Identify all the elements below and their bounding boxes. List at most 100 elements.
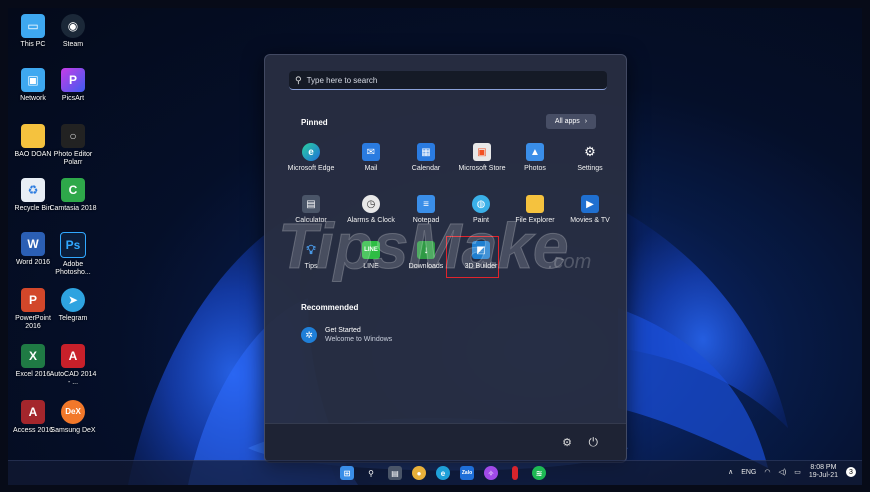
pinned-app-photos[interactable]: ▲ Photos: [505, 143, 565, 172]
taskbar: ⊞ ⚲ ▤ ● e Zalo ✧ ≋ ∧ ENG ◠ ◁) ▭ 8:08 PM …: [8, 460, 862, 485]
pinned-app-paint[interactable]: ◍ Paint: [451, 195, 511, 224]
store-icon: ▣: [473, 143, 491, 161]
chevron-right-icon: ›: [584, 118, 588, 125]
line-icon: LINE: [362, 241, 380, 259]
task-view-icon[interactable]: ▤: [388, 466, 402, 480]
notepad-icon: ≡: [417, 195, 435, 213]
pinned-app-alarms-clock[interactable]: ◷ Alarms & Clock: [338, 195, 404, 224]
calendar-icon: ▦: [417, 143, 435, 161]
steam-icon: ◉: [61, 14, 85, 38]
get-started-icon: ✲: [301, 327, 317, 343]
pinned-app-line[interactable]: LINE LINE: [341, 241, 401, 270]
pinned-app-file-explorer[interactable]: File Explorer: [505, 195, 565, 224]
desktop-icon-photoshop[interactable]: Ps Adobe Photosho...: [48, 232, 98, 277]
pinned-app-label: Photos: [524, 165, 546, 172]
search-icon: ⚲: [295, 74, 302, 85]
gear-icon: ⚙: [584, 144, 596, 159]
desktop-icon-steam[interactable]: ◉ Steam: [48, 14, 98, 49]
pinned-app-label: Notepad: [412, 217, 440, 224]
pinned-app-label: LINE: [363, 263, 379, 270]
pinned-app-label: File Explorer: [515, 217, 555, 224]
gear-icon[interactable]: ⚙: [562, 436, 572, 449]
pinned-app-label: Calculator: [295, 217, 327, 224]
movies-icon: ▶: [581, 195, 599, 213]
folder-icon: [21, 124, 45, 148]
pinned-app-label: Tips: [304, 263, 318, 270]
pinned-app-movies-tv[interactable]: ▶ Movies & TV: [560, 195, 620, 224]
folder-icon: [526, 195, 544, 213]
polarr-icon: ○: [61, 124, 85, 148]
mail-icon: ✉: [362, 143, 380, 161]
system-tray: ∧ ENG ◠ ◁) ▭ 8:08 PM 19-Jul-21 3: [728, 464, 856, 480]
excel-icon: X: [21, 344, 45, 368]
volume-icon[interactable]: ◁): [778, 468, 786, 476]
pinned-app-label: Paint: [473, 217, 489, 224]
edge-taskbar-icon[interactable]: e: [436, 466, 450, 480]
search-placeholder: Type here to search: [306, 75, 378, 85]
edge-icon: e: [302, 143, 320, 161]
highlight-annotation: [446, 236, 499, 278]
clock-icon: ◷: [362, 195, 380, 213]
battery-icon[interactable]: ▭: [794, 468, 801, 476]
pinned-app-label: Microsoft Edge: [287, 165, 335, 172]
monitor-icon: ▭: [21, 14, 45, 38]
chrome-icon[interactable]: ●: [412, 466, 426, 480]
clock[interactable]: 8:08 PM 19-Jul-21: [809, 464, 838, 480]
desktop-icon-camtasia[interactable]: C Camtasia 2018: [48, 178, 98, 213]
pinned-app-label: Mail: [364, 165, 378, 172]
windows-start-icon[interactable]: ⊞: [340, 466, 354, 480]
clock-time: 8:08 PM: [810, 464, 837, 471]
pinned-app-label: Movies & TV: [570, 217, 610, 224]
spotify-icon[interactable]: ≋: [532, 466, 546, 480]
photoshop-icon: Ps: [60, 232, 86, 258]
language-indicator[interactable]: ENG: [741, 469, 756, 476]
tips-icon: 💡︎: [306, 242, 316, 257]
all-apps-button[interactable]: All apps ›: [546, 114, 596, 129]
recommended-item-subtitle: Welcome to Windows: [325, 336, 393, 343]
calculator-icon: ▤: [302, 195, 320, 213]
pinned-app-calculator[interactable]: ▤ Calculator: [281, 195, 341, 224]
camtasia-icon: C: [61, 178, 85, 202]
recommended-title: Recommended: [301, 303, 359, 312]
recommended-item-title: Get Started: [325, 327, 361, 334]
pinned-title: Pinned: [301, 118, 328, 127]
notification-badge[interactable]: 3: [846, 467, 856, 477]
chevron-up-icon[interactable]: ∧: [728, 468, 733, 476]
word-icon: W: [21, 232, 45, 256]
desktop-icon-autocad[interactable]: A AutoCAD 2014 - ...: [48, 344, 98, 387]
wifi-icon[interactable]: ◠: [764, 468, 770, 476]
access-icon: A: [21, 400, 45, 424]
network-icon: ▣: [21, 68, 45, 92]
autocad-icon: A: [61, 344, 85, 368]
paint-icon: ◍: [472, 195, 490, 213]
zalo-icon[interactable]: Zalo: [460, 466, 474, 480]
powerpoint-icon: P: [21, 288, 45, 312]
start-menu: ⚲ Type here to search Pinned All apps › …: [264, 54, 627, 463]
desktop-icon-photo-editor-polarr[interactable]: ○ Photo Editor Polarr: [48, 124, 98, 167]
all-apps-label: All apps: [554, 118, 580, 125]
telegram-icon: ➤: [61, 288, 85, 312]
pinned-app-tips[interactable]: 💡︎ Tips: [281, 241, 341, 270]
pinned-app-mail[interactable]: ✉ Mail: [341, 143, 401, 172]
pinned-app-settings[interactable]: ⚙ Settings: [560, 143, 620, 172]
power-icon[interactable]: ⏻: [589, 435, 599, 450]
clock-date: 19-Jul-21: [808, 472, 838, 479]
pinned-app-microsoft-edge[interactable]: e Microsoft Edge: [281, 143, 341, 172]
desktop-icon-telegram[interactable]: ➤ Telegram: [48, 288, 98, 323]
downloads-icon: ↓: [417, 241, 435, 259]
pinned-app-label: Settings: [577, 165, 603, 172]
picsart-icon: P: [61, 68, 85, 92]
search-icon[interactable]: ⚲: [364, 466, 378, 480]
desktop-icon-picsart[interactable]: P PicsArt: [48, 68, 98, 103]
desktop-screen: ▭ This PC ◉ Steam ▣ Network P PicsArt BA…: [8, 8, 862, 485]
pinned-app-label: Alarms & Clock: [347, 217, 395, 224]
pinned-app-notepad[interactable]: ≡ Notepad: [396, 195, 456, 224]
messenger-icon[interactable]: ✧: [484, 466, 498, 480]
recycle-bin-icon: ♻: [21, 178, 45, 202]
photos-icon: ▲: [526, 143, 544, 161]
desktop-icon-samsung-dex[interactable]: DeX Samsung DeX: [48, 400, 98, 435]
recommended-item-get-started[interactable]: ✲ Get Started Welcome to Windows: [301, 326, 392, 344]
search-input[interactable]: ⚲ Type here to search: [289, 71, 607, 90]
app-red-icon[interactable]: [512, 466, 518, 480]
start-menu-footer: ⚙ ⏻: [265, 423, 626, 462]
